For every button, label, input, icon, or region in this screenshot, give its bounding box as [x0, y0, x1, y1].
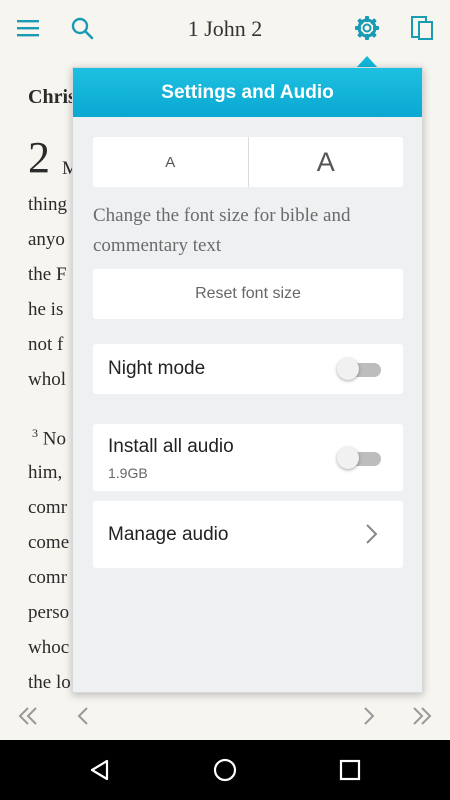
split-view-icon[interactable]: [408, 14, 436, 42]
last-chapter-icon[interactable]: [406, 700, 438, 732]
install-audio-label: Install all audio: [108, 436, 234, 457]
text-line: anyo: [28, 229, 65, 250]
font-size-control: A A: [93, 137, 403, 187]
next-chapter-icon[interactable]: [352, 700, 384, 732]
install-audio-toggle[interactable]: [337, 447, 381, 469]
reset-font-size-button[interactable]: Reset font size: [93, 269, 403, 319]
verse-number: 3: [32, 426, 38, 440]
section-heading: Chris: [28, 86, 76, 108]
recents-icon[interactable]: [334, 754, 366, 786]
font-size-description: Change the font size for bible and comme…: [93, 205, 351, 256]
chapter-navigation: [0, 692, 450, 740]
increase-font-button[interactable]: A: [249, 137, 404, 187]
manage-audio-label: Manage audio: [108, 524, 229, 545]
chapter-number: 2: [28, 133, 50, 182]
install-audio-row[interactable]: Install all audio 1.9GB: [93, 424, 403, 491]
text-line: comr: [28, 567, 68, 588]
decrease-font-button[interactable]: A: [93, 137, 249, 187]
previous-chapter-icon[interactable]: [68, 700, 100, 732]
text-line: whol: [28, 369, 66, 390]
text-line: the F: [28, 264, 67, 285]
install-audio-size: 1.9GB: [108, 465, 148, 481]
text-line: come: [28, 532, 70, 553]
text-line: he is: [28, 299, 64, 320]
verse-start: 3 No: [32, 426, 66, 450]
top-app-bar: 1 John 2: [0, 0, 450, 58]
chevron-right-icon: [361, 523, 381, 545]
back-icon[interactable]: [84, 754, 116, 786]
text-line: comr: [28, 497, 68, 518]
text-line: No: [42, 428, 66, 450]
system-navigation-bar: [0, 740, 450, 800]
text-line: whoc: [28, 637, 70, 658]
gear-icon[interactable]: [353, 14, 381, 42]
home-icon[interactable]: [209, 754, 241, 786]
text-line: the lo: [28, 672, 71, 693]
night-mode-toggle[interactable]: [337, 358, 381, 380]
popover-title: Settings and Audio: [73, 68, 422, 117]
settings-popover: Settings and Audio A A Change the font s…: [72, 67, 423, 693]
page-title: 1 John 2: [187, 16, 263, 41]
text-line: perso: [28, 602, 70, 623]
toggle-knob: [337, 447, 359, 469]
night-mode-label: Night mode: [108, 358, 206, 379]
text-line: him,: [28, 462, 63, 483]
text-line: thing: [28, 194, 68, 215]
manage-audio-row[interactable]: Manage audio: [93, 501, 403, 568]
text-line: not f: [28, 334, 64, 355]
first-chapter-icon[interactable]: [12, 700, 44, 732]
toggle-knob: [337, 358, 359, 380]
night-mode-row[interactable]: Night mode: [93, 344, 403, 394]
